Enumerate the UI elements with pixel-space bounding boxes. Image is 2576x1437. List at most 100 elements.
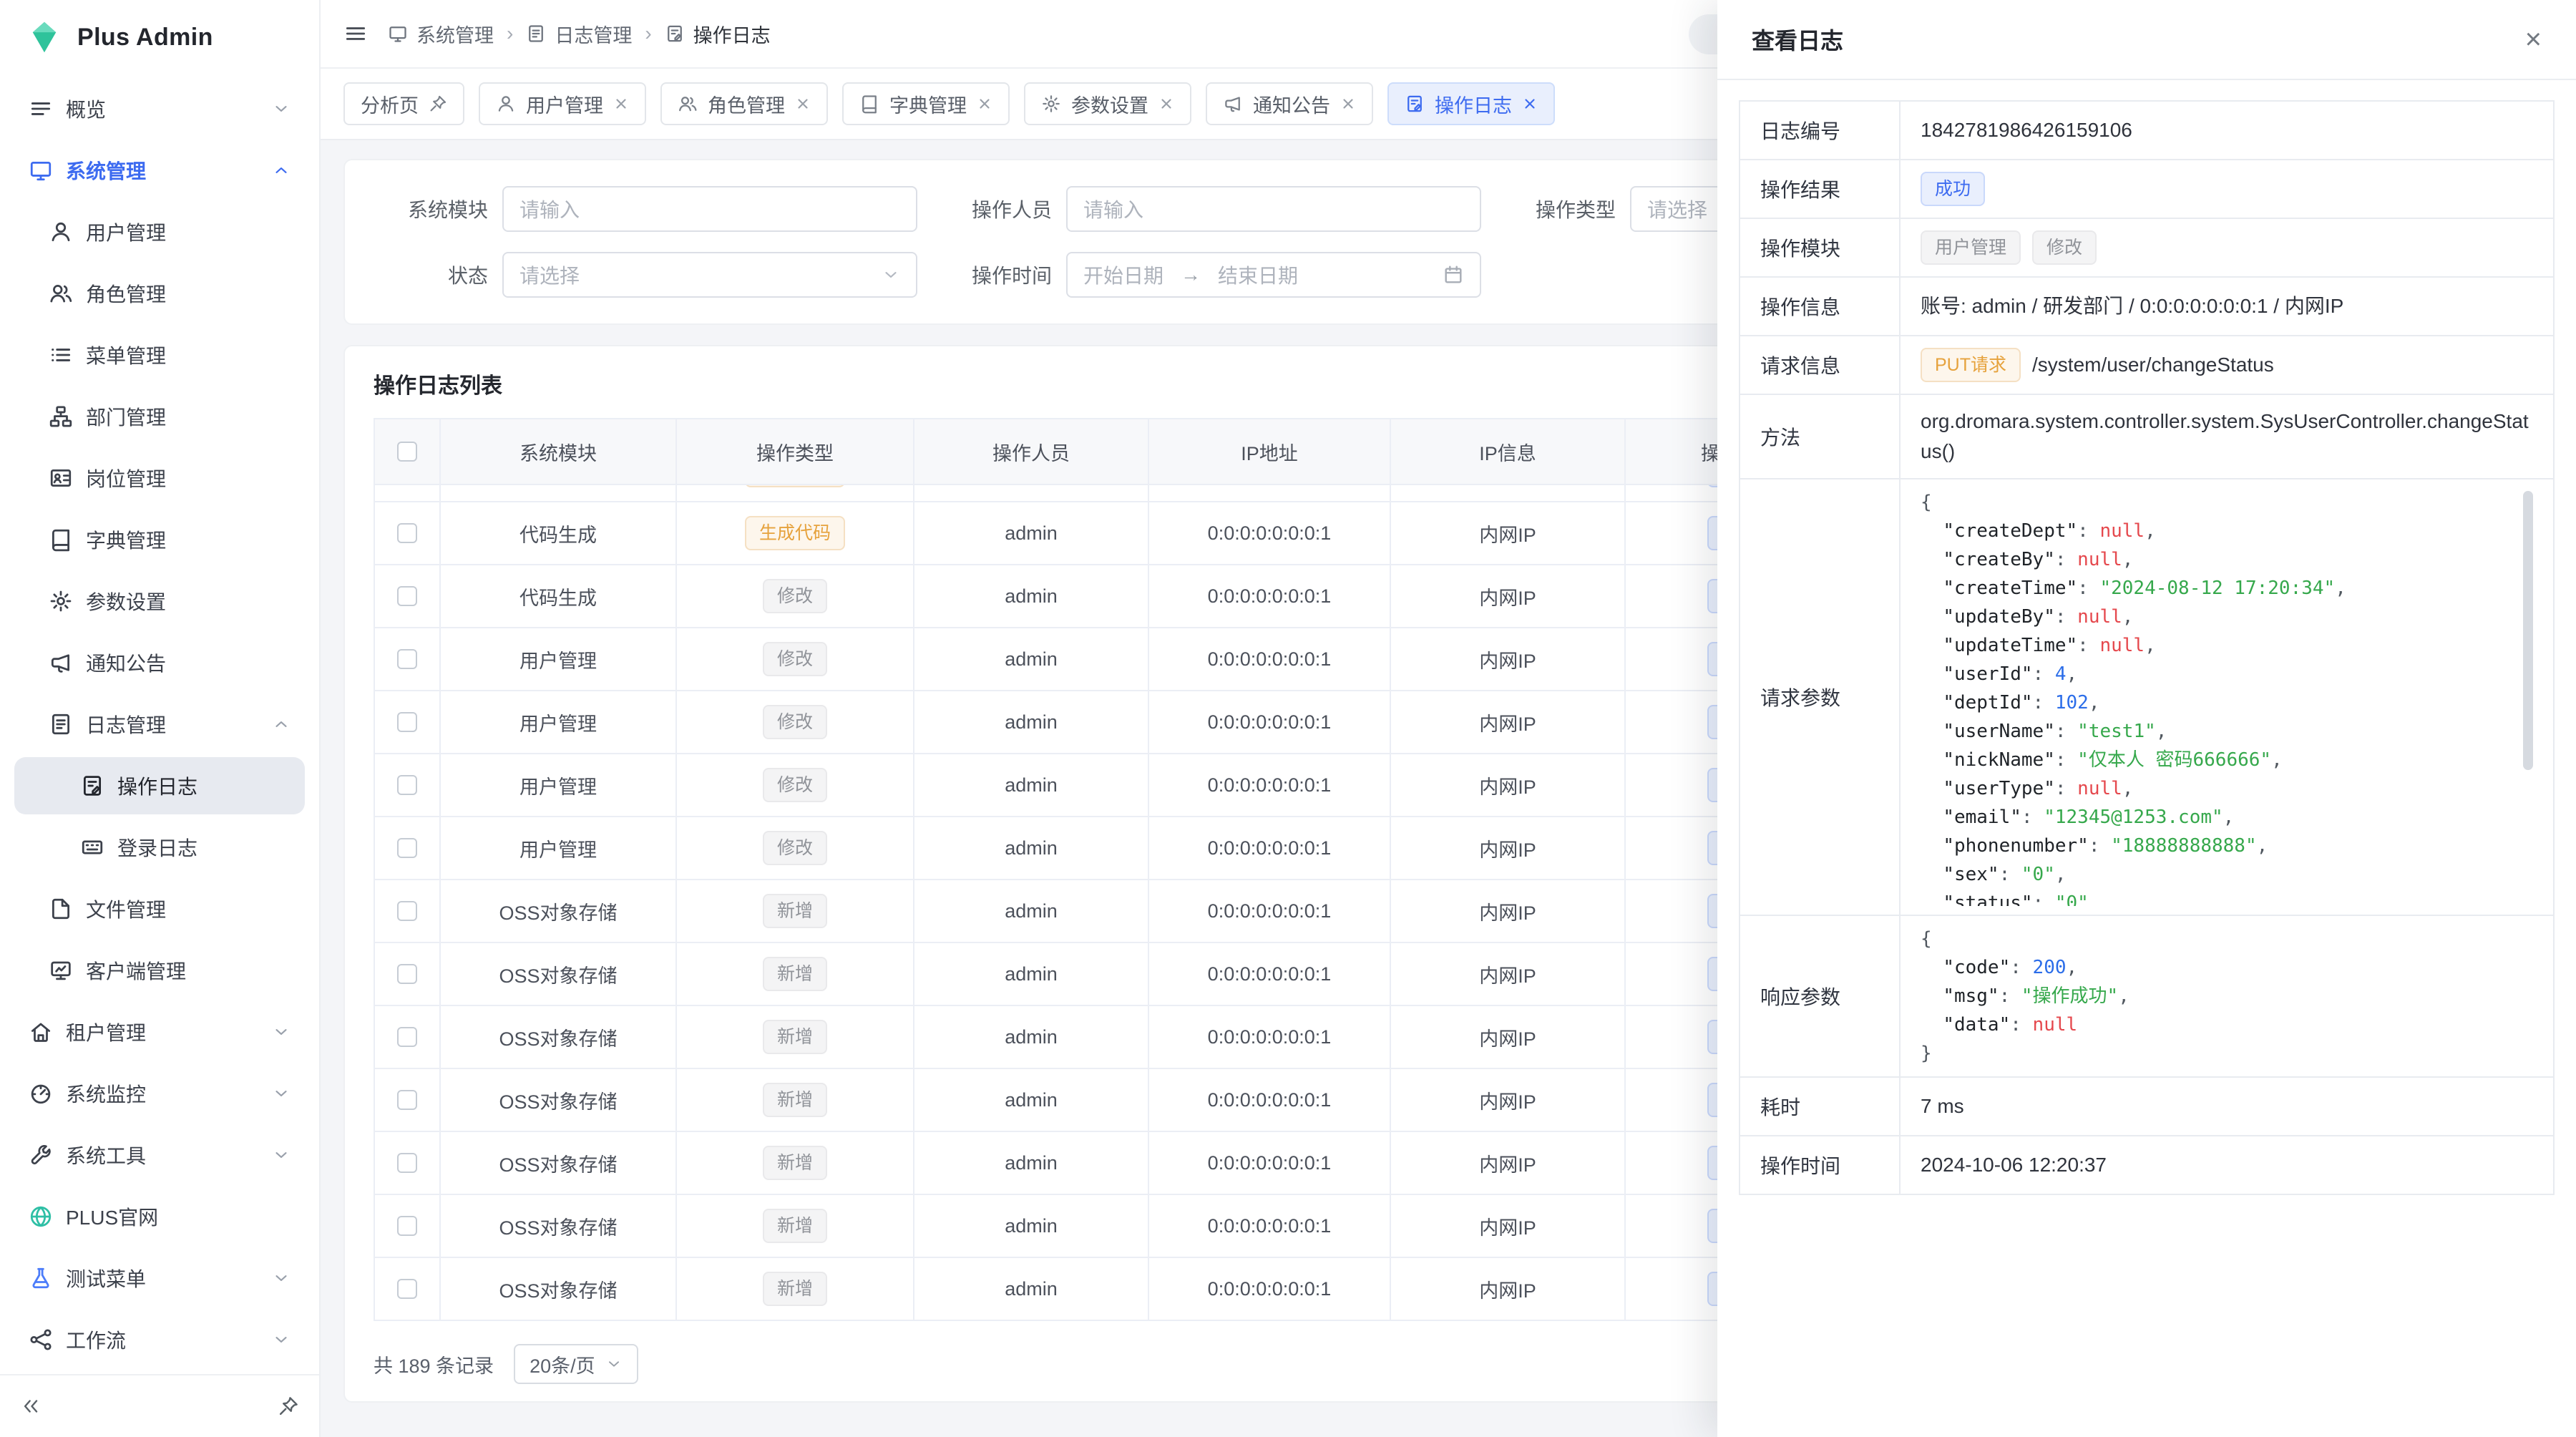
desc-value: PUT请求/system/user/changeStatus	[1901, 336, 2553, 394]
sidebar-item-label: 用户管理	[86, 218, 166, 246]
cell-ip-location: 内网IP	[1391, 565, 1626, 627]
cell-ip: 0:0:0:0:0:0:0:1	[1149, 485, 1391, 501]
row-checkbox[interactable]	[397, 712, 417, 732]
sidebar-item-tenant[interactable]: 租户管理	[14, 1003, 305, 1061]
scrollbar-thumb[interactable]	[2523, 491, 2533, 770]
cell-ip: 0:0:0:0:0:0:0:1	[1149, 1069, 1391, 1131]
sidebar-item-system[interactable]: 系统管理	[14, 142, 305, 199]
desc-row: 方法org.dromara.system.controller.system.S…	[1740, 395, 2553, 479]
pin-sidebar-icon[interactable]	[278, 1395, 299, 1417]
time-daterange-input[interactable]: 开始日期→结束日期	[1066, 252, 1481, 298]
table-header-cell: 系统模块	[441, 419, 677, 484]
calendar-icon	[1443, 264, 1464, 286]
cell-operator: admin	[914, 1132, 1149, 1194]
cell-action: 新增	[677, 1195, 914, 1257]
sidebar-item-operlog[interactable]: 操作日志	[14, 757, 305, 814]
module-input[interactable]: 请输入	[502, 186, 917, 232]
tab-close-icon[interactable]	[1158, 96, 1174, 112]
chevron-down-icon	[272, 1330, 291, 1349]
breadcrumb-item[interactable]: 操作日志	[665, 20, 771, 48]
sidebar-item-sysmonitor[interactable]: 系统监控	[14, 1065, 305, 1122]
row-checkbox[interactable]	[397, 1279, 417, 1299]
chevron-up-icon	[272, 161, 291, 180]
row-checkbox[interactable]	[397, 838, 417, 858]
cell-operator: admin	[914, 1069, 1149, 1131]
tab-operlog[interactable]: 操作日志	[1387, 82, 1555, 125]
sidebar-item-plus-site[interactable]: PLUS官网	[14, 1188, 305, 1245]
tab-notice[interactable]: 通知公告	[1206, 82, 1373, 125]
operator-input[interactable]: 请输入	[1066, 186, 1481, 232]
table-header-cell: 操作人员	[914, 419, 1149, 484]
cell-ip: 0:0:0:0:0:0:0:1	[1149, 1258, 1391, 1320]
sidebar-item-test[interactable]: 测试菜单	[14, 1250, 305, 1307]
tab-user[interactable]: 用户管理	[479, 82, 646, 125]
cell-checkbox	[375, 1258, 441, 1320]
cell-operator: admin	[914, 943, 1149, 1005]
sidebar-item-post[interactable]: 岗位管理	[14, 449, 305, 507]
tab-label: 操作日志	[1435, 90, 1512, 118]
tab-close-icon[interactable]	[977, 96, 992, 112]
hamburger-icon[interactable]	[343, 21, 368, 46]
sidebar-item-role[interactable]: 角色管理	[14, 265, 305, 322]
page-size-select[interactable]: 20条/页	[514, 1344, 638, 1384]
breadcrumb-label: 操作日志	[693, 20, 771, 48]
cell-checkbox	[375, 880, 441, 942]
sidebar-item-dept[interactable]: 部门管理	[14, 388, 305, 445]
cell-checkbox	[375, 1006, 441, 1068]
pin-icon	[429, 94, 447, 113]
tab-label: 字典管理	[889, 90, 967, 118]
cell-ip-location: 内网IP	[1391, 502, 1626, 564]
sidebar-item-overview[interactable]: 概览	[14, 80, 305, 137]
breadcrumb-item[interactable]: 日志管理	[526, 20, 632, 48]
row-checkbox[interactable]	[397, 1027, 417, 1047]
filter-label: 操作时间	[937, 260, 1052, 289]
collapse-sidebar-icon[interactable]	[20, 1395, 42, 1417]
row-checkbox[interactable]	[397, 775, 417, 795]
sidebar-item-client[interactable]: 客户端管理	[14, 942, 305, 999]
cell-ip: 0:0:0:0:0:0:0:1	[1149, 1195, 1391, 1257]
oplog-icon	[80, 774, 104, 798]
breadcrumb-separator: ›	[494, 22, 526, 45]
sidebar-item-menu[interactable]: 菜单管理	[14, 326, 305, 384]
close-icon[interactable]: ×	[2525, 25, 2542, 54]
breadcrumb-separator: ›	[632, 22, 664, 45]
tab-role[interactable]: 角色管理	[660, 82, 828, 125]
row-checkbox[interactable]	[397, 901, 417, 921]
sidebar-item-dict[interactable]: 字典管理	[14, 511, 305, 568]
tab-param[interactable]: 参数设置	[1024, 82, 1191, 125]
json-viewer[interactable]: { "code": 200, "msg": "操作成功", "data": nu…	[1921, 925, 2533, 1068]
sidebar-item-loginlog[interactable]: 登录日志	[14, 819, 305, 876]
app-logo-row[interactable]: Plus Admin	[0, 0, 319, 74]
cell-action: 修改	[677, 628, 914, 690]
sidebar-item-param[interactable]: 参数设置	[14, 573, 305, 630]
row-checkbox[interactable]	[397, 1216, 417, 1236]
tab-close-icon[interactable]	[1340, 96, 1356, 112]
tab-analysis[interactable]: 分析页	[343, 82, 464, 125]
row-checkbox[interactable]	[397, 523, 417, 543]
breadcrumb-item[interactable]: 系统管理	[388, 20, 494, 48]
row-checkbox[interactable]	[397, 1153, 417, 1173]
sidebar-item-notice[interactable]: 通知公告	[14, 634, 305, 691]
sidebar-item-user[interactable]: 用户管理	[14, 203, 305, 260]
tab-dict[interactable]: 字典管理	[842, 82, 1010, 125]
row-checkbox[interactable]	[397, 649, 417, 669]
row-checkbox[interactable]	[397, 1090, 417, 1110]
json-viewer[interactable]: { "createDept": null, "createBy": null, …	[1921, 488, 2533, 906]
sidebar: Plus Admin 概览系统管理用户管理角色管理菜单管理部门管理岗位管理字典管…	[0, 0, 321, 1437]
workflow-icon	[29, 1328, 53, 1352]
dict-icon	[49, 527, 73, 552]
sidebar-item-log[interactable]: 日志管理	[14, 696, 305, 753]
cell-module: 代码生成	[441, 565, 677, 627]
sidebar-item-systools[interactable]: 系统工具	[14, 1126, 305, 1184]
row-checkbox[interactable]	[397, 964, 417, 984]
tab-close-icon[interactable]	[795, 96, 811, 112]
row-checkbox[interactable]	[397, 586, 417, 606]
sidebar-item-file[interactable]: 文件管理	[14, 880, 305, 937]
select-all-checkbox[interactable]	[397, 442, 417, 462]
sidebar-item-workflow[interactable]: 工作流	[14, 1311, 305, 1368]
cell-action: 修改	[677, 565, 914, 627]
tab-close-icon[interactable]	[613, 96, 629, 112]
cell-module: OSS对象存储	[441, 1132, 677, 1194]
status-select[interactable]: 请选择	[502, 252, 917, 298]
tab-close-icon[interactable]	[1522, 96, 1538, 112]
